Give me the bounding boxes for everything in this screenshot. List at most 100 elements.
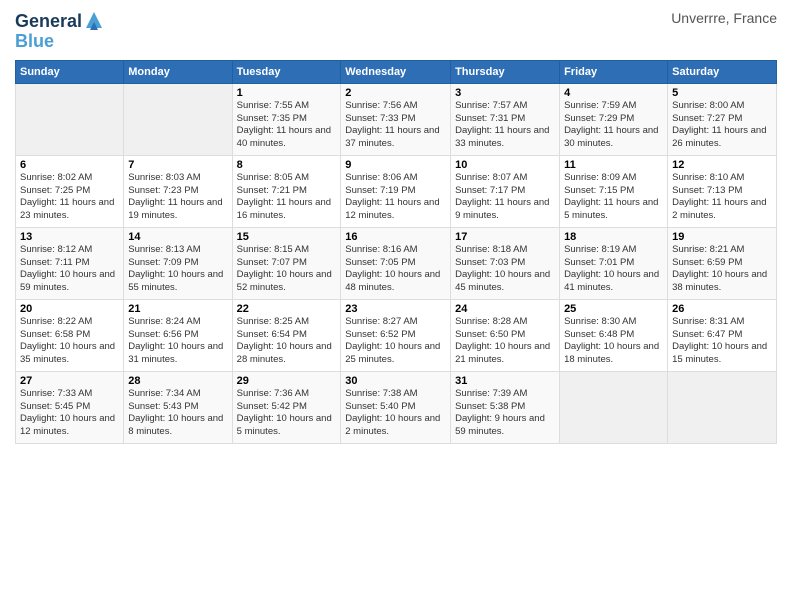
- calendar-cell: 22Sunrise: 8:25 AMSunset: 6:54 PMDayligh…: [232, 299, 341, 371]
- day-info: Sunrise: 7:59 AMSunset: 7:29 PMDaylight:…: [564, 100, 663, 151]
- day-number: 5: [672, 87, 772, 99]
- weekday-header-thursday: Thursday: [451, 60, 560, 83]
- calendar-table: SundayMondayTuesdayWednesdayThursdayFrid…: [15, 60, 777, 444]
- day-number: 19: [672, 231, 772, 243]
- day-info: Sunrise: 8:24 AMSunset: 6:56 PMDaylight:…: [128, 316, 227, 367]
- calendar-cell: 26Sunrise: 8:31 AMSunset: 6:47 PMDayligh…: [668, 299, 777, 371]
- day-info: Sunrise: 8:09 AMSunset: 7:15 PMDaylight:…: [564, 172, 663, 223]
- calendar-cell: 20Sunrise: 8:22 AMSunset: 6:58 PMDayligh…: [16, 299, 124, 371]
- day-info: Sunrise: 7:33 AMSunset: 5:45 PMDaylight:…: [20, 388, 119, 439]
- location: Unverrre, France: [671, 10, 777, 26]
- day-number: 23: [345, 303, 446, 315]
- day-number: 31: [455, 375, 555, 387]
- weekday-header-row: SundayMondayTuesdayWednesdayThursdayFrid…: [16, 60, 777, 83]
- day-number: 1: [237, 87, 337, 99]
- day-info: Sunrise: 8:27 AMSunset: 6:52 PMDaylight:…: [345, 316, 446, 367]
- day-info: Sunrise: 8:28 AMSunset: 6:50 PMDaylight:…: [455, 316, 555, 367]
- day-info: Sunrise: 8:05 AMSunset: 7:21 PMDaylight:…: [237, 172, 337, 223]
- day-info: Sunrise: 7:55 AMSunset: 7:35 PMDaylight:…: [237, 100, 337, 151]
- weekday-header-saturday: Saturday: [668, 60, 777, 83]
- calendar-cell: 8Sunrise: 8:05 AMSunset: 7:21 PMDaylight…: [232, 155, 341, 227]
- day-number: 29: [237, 375, 337, 387]
- day-info: Sunrise: 8:30 AMSunset: 6:48 PMDaylight:…: [564, 316, 663, 367]
- logo-icon: [84, 8, 104, 32]
- calendar-cell: 16Sunrise: 8:16 AMSunset: 7:05 PMDayligh…: [341, 227, 451, 299]
- day-info: Sunrise: 8:06 AMSunset: 7:19 PMDaylight:…: [345, 172, 446, 223]
- calendar-cell: [560, 371, 668, 443]
- day-info: Sunrise: 8:25 AMSunset: 6:54 PMDaylight:…: [237, 316, 337, 367]
- calendar-cell: 21Sunrise: 8:24 AMSunset: 6:56 PMDayligh…: [124, 299, 232, 371]
- logo-text: General: [15, 12, 82, 32]
- day-number: 6: [20, 159, 119, 171]
- calendar-cell: 27Sunrise: 7:33 AMSunset: 5:45 PMDayligh…: [16, 371, 124, 443]
- week-row-0: 1Sunrise: 7:55 AMSunset: 7:35 PMDaylight…: [16, 83, 777, 155]
- calendar-cell: 1Sunrise: 7:55 AMSunset: 7:35 PMDaylight…: [232, 83, 341, 155]
- day-info: Sunrise: 7:36 AMSunset: 5:42 PMDaylight:…: [237, 388, 337, 439]
- day-info: Sunrise: 8:07 AMSunset: 7:17 PMDaylight:…: [455, 172, 555, 223]
- calendar-cell: 19Sunrise: 8:21 AMSunset: 6:59 PMDayligh…: [668, 227, 777, 299]
- calendar-cell: [16, 83, 124, 155]
- day-number: 28: [128, 375, 227, 387]
- calendar-page: General Blue Unverrre, France SundayMond…: [0, 0, 792, 612]
- calendar-cell: 28Sunrise: 7:34 AMSunset: 5:43 PMDayligh…: [124, 371, 232, 443]
- calendar-cell: 12Sunrise: 8:10 AMSunset: 7:13 PMDayligh…: [668, 155, 777, 227]
- calendar-cell: 3Sunrise: 7:57 AMSunset: 7:31 PMDaylight…: [451, 83, 560, 155]
- weekday-header-sunday: Sunday: [16, 60, 124, 83]
- day-info: Sunrise: 7:57 AMSunset: 7:31 PMDaylight:…: [455, 100, 555, 151]
- header: General Blue Unverrre, France: [15, 10, 777, 52]
- day-number: 30: [345, 375, 446, 387]
- calendar-cell: 7Sunrise: 8:03 AMSunset: 7:23 PMDaylight…: [124, 155, 232, 227]
- calendar-cell: 13Sunrise: 8:12 AMSunset: 7:11 PMDayligh…: [16, 227, 124, 299]
- day-number: 13: [20, 231, 119, 243]
- day-number: 12: [672, 159, 772, 171]
- day-number: 11: [564, 159, 663, 171]
- day-info: Sunrise: 8:12 AMSunset: 7:11 PMDaylight:…: [20, 244, 119, 295]
- calendar-cell: 10Sunrise: 8:07 AMSunset: 7:17 PMDayligh…: [451, 155, 560, 227]
- calendar-cell: 29Sunrise: 7:36 AMSunset: 5:42 PMDayligh…: [232, 371, 341, 443]
- day-number: 14: [128, 231, 227, 243]
- title-section: Unverrre, France: [671, 10, 777, 26]
- calendar-cell: 17Sunrise: 8:18 AMSunset: 7:03 PMDayligh…: [451, 227, 560, 299]
- day-number: 20: [20, 303, 119, 315]
- day-info: Sunrise: 8:22 AMSunset: 6:58 PMDaylight:…: [20, 316, 119, 367]
- calendar-cell: [668, 371, 777, 443]
- day-number: 10: [455, 159, 555, 171]
- day-info: Sunrise: 8:21 AMSunset: 6:59 PMDaylight:…: [672, 244, 772, 295]
- calendar-cell: 18Sunrise: 8:19 AMSunset: 7:01 PMDayligh…: [560, 227, 668, 299]
- weekday-header-friday: Friday: [560, 60, 668, 83]
- week-row-1: 6Sunrise: 8:02 AMSunset: 7:25 PMDaylight…: [16, 155, 777, 227]
- calendar-cell: 5Sunrise: 8:00 AMSunset: 7:27 PMDaylight…: [668, 83, 777, 155]
- calendar-cell: 2Sunrise: 7:56 AMSunset: 7:33 PMDaylight…: [341, 83, 451, 155]
- week-row-3: 20Sunrise: 8:22 AMSunset: 6:58 PMDayligh…: [16, 299, 777, 371]
- day-info: Sunrise: 7:34 AMSunset: 5:43 PMDaylight:…: [128, 388, 227, 439]
- day-number: 8: [237, 159, 337, 171]
- day-number: 17: [455, 231, 555, 243]
- day-info: Sunrise: 7:56 AMSunset: 7:33 PMDaylight:…: [345, 100, 446, 151]
- calendar-cell: 11Sunrise: 8:09 AMSunset: 7:15 PMDayligh…: [560, 155, 668, 227]
- logo-subtext: Blue: [15, 32, 54, 52]
- day-info: Sunrise: 8:10 AMSunset: 7:13 PMDaylight:…: [672, 172, 772, 223]
- day-number: 3: [455, 87, 555, 99]
- day-info: Sunrise: 7:38 AMSunset: 5:40 PMDaylight:…: [345, 388, 446, 439]
- day-info: Sunrise: 8:15 AMSunset: 7:07 PMDaylight:…: [237, 244, 337, 295]
- calendar-cell: 6Sunrise: 8:02 AMSunset: 7:25 PMDaylight…: [16, 155, 124, 227]
- day-number: 22: [237, 303, 337, 315]
- calendar-cell: 31Sunrise: 7:39 AMSunset: 5:38 PMDayligh…: [451, 371, 560, 443]
- day-info: Sunrise: 8:19 AMSunset: 7:01 PMDaylight:…: [564, 244, 663, 295]
- calendar-cell: [124, 83, 232, 155]
- weekday-header-monday: Monday: [124, 60, 232, 83]
- weekday-header-tuesday: Tuesday: [232, 60, 341, 83]
- day-info: Sunrise: 8:31 AMSunset: 6:47 PMDaylight:…: [672, 316, 772, 367]
- day-info: Sunrise: 8:03 AMSunset: 7:23 PMDaylight:…: [128, 172, 227, 223]
- day-number: 2: [345, 87, 446, 99]
- day-number: 27: [20, 375, 119, 387]
- week-row-2: 13Sunrise: 8:12 AMSunset: 7:11 PMDayligh…: [16, 227, 777, 299]
- day-number: 25: [564, 303, 663, 315]
- day-info: Sunrise: 8:02 AMSunset: 7:25 PMDaylight:…: [20, 172, 119, 223]
- day-number: 16: [345, 231, 446, 243]
- day-number: 21: [128, 303, 227, 315]
- weekday-header-wednesday: Wednesday: [341, 60, 451, 83]
- day-info: Sunrise: 7:39 AMSunset: 5:38 PMDaylight:…: [455, 388, 555, 439]
- day-number: 15: [237, 231, 337, 243]
- day-number: 7: [128, 159, 227, 171]
